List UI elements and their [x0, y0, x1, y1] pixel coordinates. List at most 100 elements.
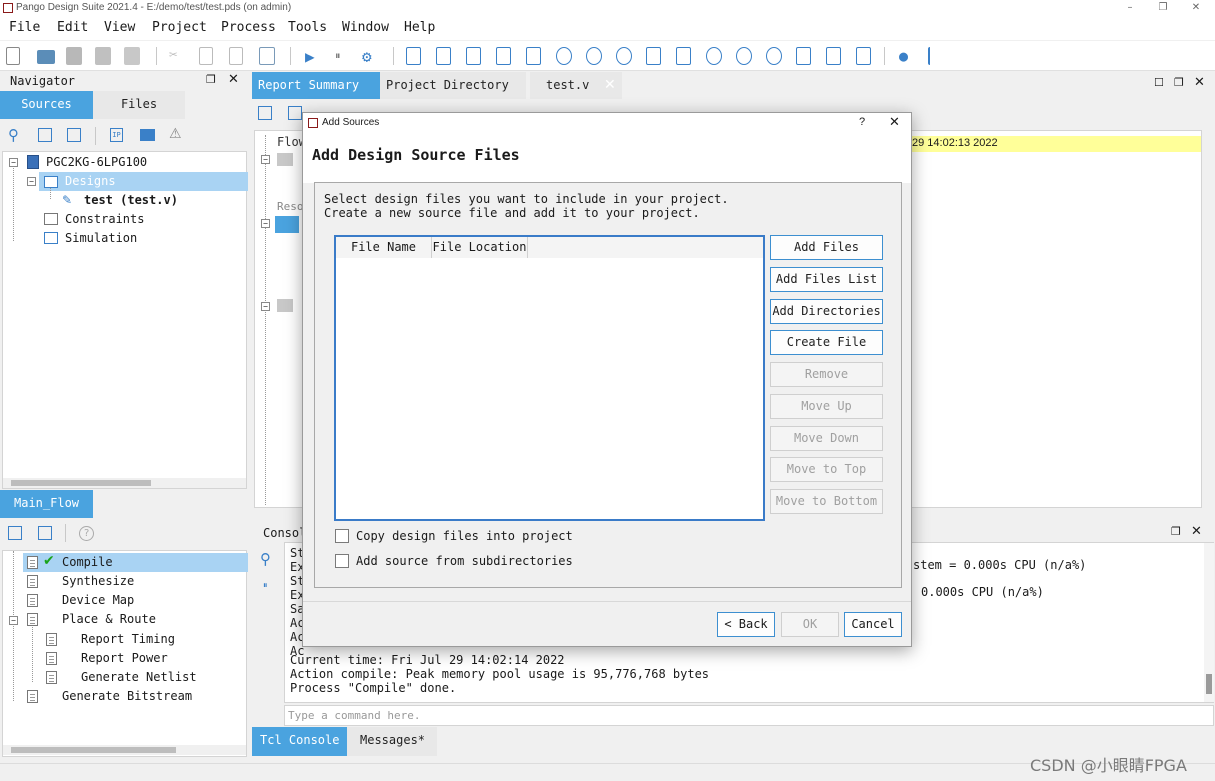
tree-icon[interactable]	[856, 47, 871, 65]
waveform-icon[interactable]	[796, 47, 811, 65]
menu-file[interactable]: File	[9, 20, 40, 35]
move-up-button[interactable]: Move Up	[770, 394, 883, 419]
close-tab-icon[interactable]: ✕	[604, 72, 616, 98]
remove-button[interactable]: Remove	[770, 362, 883, 387]
horizontal-scrollbar[interactable]	[3, 478, 246, 488]
file-table[interactable]: File Name File Location	[334, 235, 765, 521]
flow-report-power[interactable]: Report Power	[81, 651, 168, 665]
tab-sources[interactable]: Sources	[0, 91, 93, 119]
flow-report-timing[interactable]: Report Timing	[81, 632, 175, 646]
save-as-icon[interactable]	[124, 47, 140, 65]
add-folder-icon[interactable]	[140, 129, 155, 141]
scrollbar-thumb[interactable]	[1206, 674, 1212, 694]
settings-gear-icon[interactable]: ⚙	[362, 47, 380, 66]
search-icon[interactable]: ⚲	[260, 550, 271, 568]
float-icon[interactable]: ❐	[206, 73, 216, 86]
help-icon[interactable]: ?	[859, 116, 865, 128]
save-icon[interactable]	[66, 47, 82, 65]
back-arrow-icon[interactable]	[928, 47, 942, 65]
copy-icon[interactable]	[199, 47, 213, 65]
tab-messages[interactable]: Messages*	[347, 727, 437, 756]
schematic-icon[interactable]	[466, 47, 481, 65]
download-icon[interactable]	[736, 47, 752, 65]
close-icon[interactable]: ✕	[1191, 524, 1202, 539]
collapse-toggle-icon[interactable]: −	[9, 158, 18, 167]
column-file-name[interactable]: File Name	[336, 237, 432, 258]
add-files-list-button[interactable]: Add Files List	[770, 267, 883, 292]
tab-main-flow[interactable]: Main_Flow	[0, 490, 93, 518]
tab-report-summary[interactable]: Report Summary	[252, 72, 380, 99]
hierarchy-icon[interactable]	[826, 47, 841, 65]
open-folder-icon[interactable]	[37, 50, 55, 64]
edit-constraint-icon[interactable]	[406, 47, 421, 65]
find-icon[interactable]	[259, 47, 275, 65]
float-icon[interactable]: ❐	[1174, 76, 1184, 89]
move-to-bottom-button[interactable]: Move to Bottom	[770, 489, 883, 514]
tree-simulation[interactable]: Simulation	[65, 231, 137, 245]
flow-generate-bitstream[interactable]: Generate Bitstream	[62, 689, 192, 703]
flow-generate-netlist[interactable]: Generate Netlist	[81, 670, 197, 684]
flow-synthesize[interactable]: Synthesize	[62, 574, 134, 588]
add-directories-button[interactable]: Add Directories	[770, 299, 883, 324]
pause-icon[interactable]: ⏸	[263, 581, 268, 591]
restore-icon[interactable]: ❐	[1146, 0, 1180, 16]
run-icon[interactable]: ▶	[305, 47, 323, 66]
ip-catalog-icon[interactable]	[766, 47, 782, 65]
menu-tools[interactable]: Tools	[288, 20, 327, 35]
scrollbar-thumb[interactable]	[11, 480, 151, 486]
add-files-button[interactable]: Add Files	[770, 235, 883, 260]
help-icon[interactable]: ?	[79, 526, 94, 541]
collapse-all-icon[interactable]	[288, 106, 302, 120]
collapse-toggle-icon[interactable]: −	[27, 177, 36, 186]
timing-icon[interactable]	[556, 47, 572, 65]
search-icon[interactable]: ⚲	[8, 126, 19, 144]
cut-icon[interactable]: ✂	[169, 47, 187, 65]
save-all-icon[interactable]	[95, 47, 111, 65]
float-icon[interactable]: ❐	[1171, 525, 1181, 538]
floorplan-icon[interactable]	[646, 47, 661, 65]
maximize-icon[interactable]: ☐	[1154, 76, 1164, 89]
tree-file-test[interactable]: test (test.v)	[84, 193, 178, 207]
create-file-button[interactable]: Create File	[770, 330, 883, 355]
tab-tcl-console[interactable]: Tcl Console	[252, 727, 347, 756]
tree-constraints[interactable]: Constraints	[65, 212, 144, 226]
scrollbar-thumb[interactable]	[11, 747, 176, 753]
minimize-icon[interactable]: –	[1113, 0, 1147, 16]
menu-help[interactable]: Help	[404, 20, 435, 35]
new-file-icon[interactable]	[6, 47, 20, 65]
cancel-button[interactable]: Cancel	[844, 612, 902, 637]
tree-designs[interactable]: Designs	[65, 174, 116, 188]
summary-resource-item[interactable]: Reso	[277, 200, 304, 213]
tab-test-v[interactable]: test.v ✕	[530, 72, 622, 99]
chip-icon[interactable]	[676, 47, 691, 65]
close-icon[interactable]: ✕	[228, 72, 239, 87]
paste-icon[interactable]	[229, 47, 243, 65]
clock-icon[interactable]	[586, 47, 602, 65]
flow-place-route[interactable]: Place & Route	[62, 612, 156, 626]
tab-project-directory[interactable]: Project Directory	[380, 72, 526, 99]
tip-bulb-icon[interactable]: ●	[899, 47, 917, 65]
expand-all-icon[interactable]	[8, 526, 22, 540]
debug-icon[interactable]	[706, 47, 722, 65]
collapse-toggle-icon[interactable]: −	[9, 616, 18, 625]
move-to-top-button[interactable]: Move to Top	[770, 457, 883, 482]
collapse-all-icon[interactable]	[38, 526, 52, 540]
command-input[interactable]: Type a command here.	[284, 705, 1214, 726]
flow-device-map[interactable]: Device Map	[62, 593, 134, 607]
report-icon[interactable]	[436, 47, 451, 65]
vertical-scrollbar[interactable]	[1204, 543, 1214, 702]
collapse-toggle-icon[interactable]: −	[261, 219, 270, 228]
move-down-button[interactable]: Move Down	[770, 426, 883, 451]
column-file-location[interactable]: File Location	[432, 237, 528, 258]
menu-edit[interactable]: Edit	[57, 20, 88, 35]
close-icon[interactable]: ✕	[1194, 75, 1205, 90]
collapse-all-icon[interactable]	[67, 128, 81, 142]
tree-device[interactable]: PGC2KG-6LPG100	[46, 155, 147, 169]
power-icon[interactable]	[616, 47, 632, 65]
horizontal-scrollbar[interactable]	[3, 745, 246, 755]
collapse-toggle-icon[interactable]: −	[261, 155, 270, 164]
close-icon[interactable]: ✕	[889, 115, 900, 130]
menu-project[interactable]: Project	[152, 20, 207, 35]
netlist-icon[interactable]	[496, 47, 511, 65]
ip-icon[interactable]: IP	[110, 128, 123, 142]
